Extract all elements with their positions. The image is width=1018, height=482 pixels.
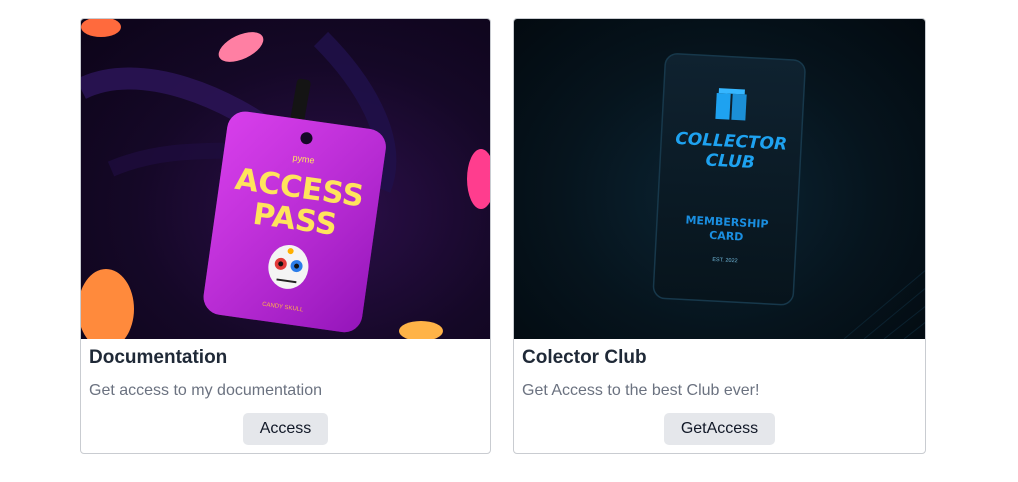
button-row: Access [89,413,482,445]
card-line: CARD [709,229,744,244]
card-body: Colector Club Get Access to the best Clu… [514,339,925,445]
card-title: Documentation [89,347,228,368]
collector-club-image: COLLECTOR CLUB MEMBERSHIP CARD EST. 2022 [514,19,925,339]
card-description: Get access to my documentation [89,382,322,399]
collector-club-illustration: COLLECTOR CLUB MEMBERSHIP CARD EST. 2022 [652,53,925,339]
card-description: Get Access to the best Club ever! [522,382,760,399]
access-button[interactable]: Access [242,413,329,445]
card-body: Documentation Get access to my documenta… [81,339,490,445]
colector-club-card: COLLECTOR CLUB MEMBERSHIP CARD EST. 2022… [513,18,926,454]
card-title: Colector Club [522,347,647,368]
documentation-card: pyme ACCESS PASS CANDY SKULL Documentati… [80,18,491,454]
access-pass-illustration: pyme ACCESS PASS CANDY SKULL [81,19,490,339]
button-row: GetAccess [522,413,917,445]
get-access-button[interactable]: GetAccess [663,413,776,445]
page: pyme ACCESS PASS CANDY SKULL Documentati… [0,0,1018,482]
access-pass-image: pyme ACCESS PASS CANDY SKULL [81,19,490,339]
club-line-2: CLUB [705,150,755,173]
